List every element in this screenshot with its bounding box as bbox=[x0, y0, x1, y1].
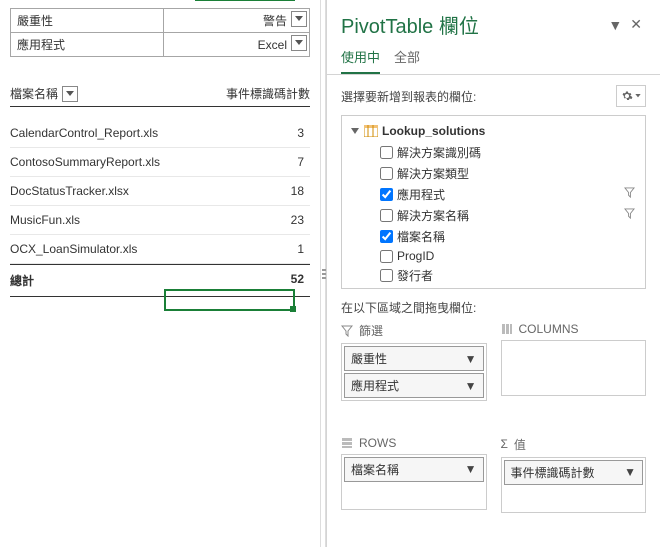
field-list[interactable]: Lookup_solutions 解決方案識別碼解決方案類型應用程式解決方案名稱… bbox=[341, 115, 646, 289]
filter-row: 應用程式 Excel bbox=[11, 33, 310, 57]
chevron-down-icon[interactable]: ▼ bbox=[465, 352, 477, 366]
pivot-data-row[interactable]: DocStatusTracker.xlsx18 bbox=[10, 177, 310, 206]
funnel-icon bbox=[341, 325, 353, 337]
filter-dropdown-icon[interactable] bbox=[291, 35, 307, 51]
field-checkbox[interactable] bbox=[380, 146, 393, 159]
funnel-icon[interactable] bbox=[624, 208, 635, 222]
row-label: ContosoSummaryReport.xls bbox=[10, 155, 176, 169]
field-item[interactable]: 發行者 bbox=[380, 265, 637, 286]
field-label: 解決方案識別碼 bbox=[397, 144, 481, 161]
field-label: 解決方案名稱 bbox=[397, 207, 469, 224]
field-label: 發行者 bbox=[397, 267, 433, 284]
panel-title: PivotTable 欄位 bbox=[341, 10, 604, 39]
total-label: 總計 bbox=[10, 272, 176, 289]
funnel-icon[interactable] bbox=[624, 187, 635, 201]
field-item[interactable]: 解決方案類型 bbox=[380, 163, 637, 184]
filter-label: 應用程式 bbox=[11, 33, 164, 57]
field-checkbox[interactable] bbox=[380, 250, 393, 263]
row-value: 18 bbox=[176, 184, 310, 198]
chevron-down-icon[interactable]: ▼ bbox=[624, 465, 636, 479]
field-label: 解決方案類型 bbox=[397, 165, 469, 182]
table-icon bbox=[364, 125, 378, 137]
area-field-item[interactable]: 應用程式▼ bbox=[344, 373, 484, 398]
chevron-down-icon[interactable]: ▼ bbox=[465, 379, 477, 393]
row-value: 3 bbox=[176, 126, 310, 140]
field-item[interactable]: 應用程式 bbox=[380, 184, 637, 205]
filters-area[interactable]: 篩選 嚴重性▼應用程式▼ bbox=[341, 322, 487, 426]
value-field-header: 事件標識碼計數 bbox=[180, 85, 310, 106]
area-field-item[interactable]: 事件標識碼計數▼ bbox=[504, 460, 644, 485]
tab-all-fields[interactable]: 全部 bbox=[394, 41, 420, 74]
row-label: CalendarControl_Report.xls bbox=[10, 126, 176, 140]
row-label: MusicFun.xls bbox=[10, 213, 176, 227]
field-label: 應用程式 bbox=[397, 186, 445, 203]
pivot-data-row[interactable]: MusicFun.xls23 bbox=[10, 206, 310, 235]
field-checkbox[interactable] bbox=[380, 188, 393, 201]
area-field-item[interactable]: 嚴重性▼ bbox=[344, 346, 484, 371]
field-list-options-button[interactable] bbox=[616, 85, 646, 107]
table-name: Lookup_solutions bbox=[382, 124, 485, 138]
field-checkbox[interactable] bbox=[380, 230, 393, 243]
field-checkbox[interactable] bbox=[380, 269, 393, 282]
close-icon[interactable]: ✕ bbox=[626, 14, 646, 35]
field-item[interactable]: 解決方案名稱 bbox=[380, 205, 637, 226]
report-filters: 嚴重性 警告 應用程式 Excel bbox=[10, 8, 310, 57]
area-field-item[interactable]: 檔案名稱▼ bbox=[344, 457, 484, 482]
rows-icon bbox=[341, 437, 353, 449]
values-area[interactable]: Σ 值 事件標識碼計數▼ bbox=[501, 436, 647, 538]
field-item[interactable]: ProgID bbox=[380, 247, 637, 265]
filter-dropdown-icon[interactable] bbox=[291, 11, 307, 27]
chevron-down-icon[interactable]: ▼ bbox=[465, 462, 477, 476]
column-selection-indicator bbox=[195, 0, 295, 1]
field-item[interactable]: 檔案名稱 bbox=[380, 226, 637, 247]
choose-fields-label: 選擇要新增到報表的欄位: bbox=[341, 88, 616, 105]
filter-value-cell[interactable]: Excel bbox=[163, 33, 309, 57]
field-checkbox[interactable] bbox=[380, 209, 393, 222]
row-value: 1 bbox=[176, 242, 310, 256]
chevron-down-icon bbox=[635, 94, 641, 98]
field-label: 檔案名稱 bbox=[397, 228, 445, 245]
total-value: 52 bbox=[176, 272, 310, 289]
field-checkbox[interactable] bbox=[380, 167, 393, 180]
pivot-grand-total-row: 總計 52 bbox=[10, 264, 310, 297]
field-label: ProgID bbox=[397, 249, 434, 263]
row-value: 23 bbox=[176, 213, 310, 227]
gear-icon bbox=[621, 90, 633, 102]
row-value: 7 bbox=[176, 155, 310, 169]
collapse-icon bbox=[350, 126, 360, 136]
row-field-dropdown-icon[interactable] bbox=[62, 86, 78, 102]
row-label: DocStatusTracker.xlsx bbox=[10, 184, 176, 198]
row-field-header: 檔案名稱 bbox=[10, 85, 58, 102]
filter-row: 嚴重性 警告 bbox=[11, 9, 310, 33]
table-node[interactable]: Lookup_solutions bbox=[350, 124, 637, 138]
pivot-data-row[interactable]: ContosoSummaryReport.xls7 bbox=[10, 148, 310, 177]
pivot-field-list-panel: PivotTable 欄位 ▼ ✕ 使用中 全部 選擇要新增到報表的欄位: Lo… bbox=[326, 0, 660, 547]
filter-value-cell[interactable]: 警告 bbox=[163, 9, 309, 33]
drag-areas-label: 在以下區域之間拖曳欄位: bbox=[327, 289, 660, 322]
panel-dropdown-icon[interactable]: ▼ bbox=[604, 15, 626, 35]
columns-area[interactable]: COLUMNS bbox=[501, 322, 647, 426]
pivot-data-row[interactable]: OCX_LoanSimulator.xls1 bbox=[10, 235, 310, 264]
sigma-icon: Σ bbox=[501, 437, 508, 451]
pivot-column-headers: 檔案名稱 事件標識碼計數 bbox=[10, 85, 310, 107]
pivot-data-row[interactable]: CalendarControl_Report.xls3 bbox=[10, 119, 310, 148]
columns-icon bbox=[501, 323, 513, 335]
filter-label: 嚴重性 bbox=[11, 9, 164, 33]
tab-active-fields[interactable]: 使用中 bbox=[341, 41, 380, 74]
row-label: OCX_LoanSimulator.xls bbox=[10, 242, 176, 256]
pivot-table-area: 嚴重性 警告 應用程式 Excel 檔案名稱 事件標識 bbox=[0, 0, 320, 547]
rows-area[interactable]: ROWS 檔案名稱▼ bbox=[341, 436, 487, 538]
field-item[interactable]: 解決方案識別碼 bbox=[380, 142, 637, 163]
